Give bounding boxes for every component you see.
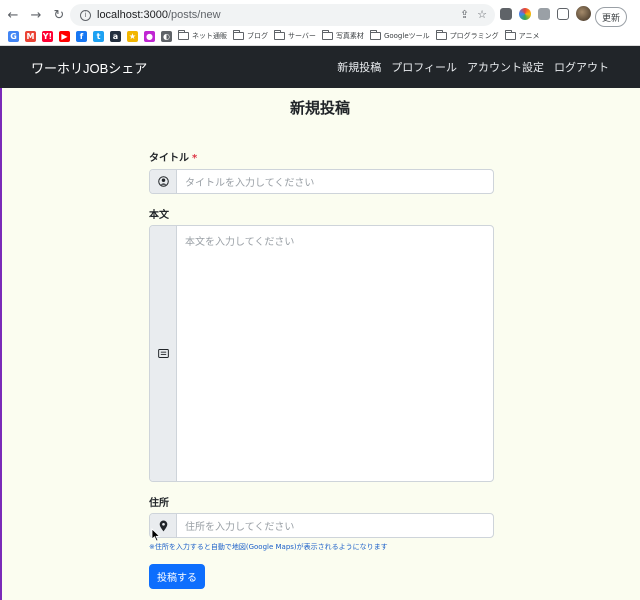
facebook-icon-glyph: f [76, 30, 87, 42]
folder-icon [233, 30, 244, 40]
twitter-icon-glyph: t [93, 30, 104, 42]
required-mark: * [192, 153, 198, 164]
address-bar[interactable]: i localhost:3000/posts/new ⇪ ☆ [70, 4, 495, 26]
color-extension-icon[interactable] [519, 7, 531, 20]
bookmark-folder[interactable]: ネット通販 [178, 30, 227, 41]
side-panel-icon[interactable] [557, 7, 569, 20]
bookmarks-bar: G M Y! ▶ f t a ★ ● ◐ ネット通販 ブログ サーバー 写真素材 Googleツール プログラ… [0, 28, 640, 44]
bookmark-folder[interactable]: プログラミング [435, 30, 499, 41]
browser-chrome: ← → ↻ i localhost:3000/posts/new ⇪ ☆ 更新 … [0, 0, 640, 46]
star-icon[interactable]: ★ [127, 30, 138, 42]
app-icon[interactable]: ● [144, 30, 155, 42]
star-icon-glyph: ★ [127, 30, 138, 42]
bookmark-folder-label: ブログ [247, 32, 268, 40]
app-icon-glyph: ● [144, 30, 155, 42]
forward-arrow-icon[interactable]: → [26, 5, 46, 25]
folder-icon [274, 30, 285, 40]
address-input[interactable]: 住所を入力してください [177, 514, 493, 537]
google-icon[interactable]: G [8, 30, 19, 42]
message-icon [150, 226, 177, 481]
body-label: 本文 [149, 210, 169, 221]
bookmark-star-icon[interactable]: ☆ [477, 8, 487, 21]
nav-links: 新規投稿 プロフィール アカウント設定 ログアウト [337, 59, 609, 75]
amazon-icon-glyph: a [110, 30, 121, 42]
bookmark-folder-label: アニメ [518, 32, 540, 40]
nav-new-post[interactable]: 新規投稿 [337, 59, 381, 75]
bookmark-folder-label: Googleツール [383, 32, 430, 40]
twitter-icon[interactable]: t [93, 30, 104, 42]
reload-icon[interactable]: ↻ [49, 5, 69, 25]
bookmark-folder[interactable]: 写真素材 [321, 30, 364, 41]
camera-icon[interactable] [500, 7, 512, 20]
bookmark-folder-label: 写真素材 [335, 32, 364, 40]
folder-icon [435, 30, 447, 40]
title-label-text: タイトル [149, 153, 189, 164]
youtube-icon[interactable]: ▶ [59, 30, 70, 42]
back-arrow-icon[interactable]: ← [3, 5, 23, 25]
bookmark-folder-label: ネット通販 [192, 32, 227, 40]
google-icon-glyph: G [8, 30, 19, 42]
url-path: /posts/new [167, 9, 221, 21]
body-textarea[interactable]: 本文を入力してください [177, 226, 493, 481]
mouse-cursor-icon [151, 528, 161, 542]
app2-icon-glyph: ◐ [161, 30, 172, 42]
left-edge-line [0, 88, 2, 600]
address-help-text: ※住所を入力すると自動で地図(Google Maps)が表示されるようになります [149, 543, 388, 551]
yahoo-icon-glyph: Y! [42, 30, 53, 42]
brand-link[interactable]: ワーホリJOBシェア [31, 58, 147, 77]
url-host: localhost:3000 [97, 9, 168, 21]
app-navbar: ワーホリJOBシェア 新規投稿 プロフィール アカウント設定 ログアウト [0, 46, 640, 88]
bookmark-folder[interactable]: サーバー [274, 30, 316, 41]
facebook-icon[interactable]: f [76, 30, 87, 42]
gmail-icon-glyph: M [25, 30, 36, 42]
title-input[interactable]: タイトルを入力してください [177, 170, 493, 193]
share-icon[interactable]: ⇪ [460, 8, 469, 21]
folder-icon [178, 30, 189, 40]
nav-account-settings[interactable]: アカウント設定 [467, 59, 544, 75]
folder-icon [504, 30, 516, 40]
extensions-puzzle-icon[interactable] [538, 7, 550, 20]
address-input-group: 住所を入力してください [149, 513, 494, 538]
user-circle-icon [150, 170, 177, 193]
gmail-icon[interactable]: M [25, 30, 36, 42]
site-info-icon[interactable]: i [80, 9, 91, 21]
title-input-group: タイトルを入力してください [149, 169, 494, 194]
body-input-group: 本文を入力してください [149, 225, 494, 482]
browser-toolbar: ← → ↻ i localhost:3000/posts/new ⇪ ☆ 更新 [0, 4, 640, 27]
address-label: 住所 [149, 498, 169, 509]
submit-button[interactable]: 投稿する [149, 564, 205, 589]
profile-avatar[interactable] [576, 6, 591, 21]
bookmark-folder-label: サーバー [288, 32, 316, 40]
bookmark-folder[interactable]: ブログ [233, 30, 268, 41]
nav-profile[interactable]: プロフィール [391, 59, 457, 75]
amazon-icon[interactable]: a [110, 30, 121, 42]
title-label: タイトル * [149, 149, 197, 164]
bookmark-folder[interactable]: アニメ [504, 30, 540, 41]
page-title: 新規投稿 [289, 99, 350, 117]
youtube-icon-glyph: ▶ [59, 30, 70, 42]
bookmark-folder[interactable]: Googleツール [369, 30, 430, 41]
yahoo-icon[interactable]: Y! [42, 30, 53, 42]
folder-icon [321, 30, 333, 40]
bookmark-folder-label: プログラミング [449, 32, 499, 40]
app2-icon[interactable]: ◐ [161, 30, 172, 42]
nav-logout[interactable]: ログアウト [554, 59, 609, 75]
update-button[interactable]: 更新 [595, 7, 628, 27]
folder-icon [369, 30, 381, 40]
